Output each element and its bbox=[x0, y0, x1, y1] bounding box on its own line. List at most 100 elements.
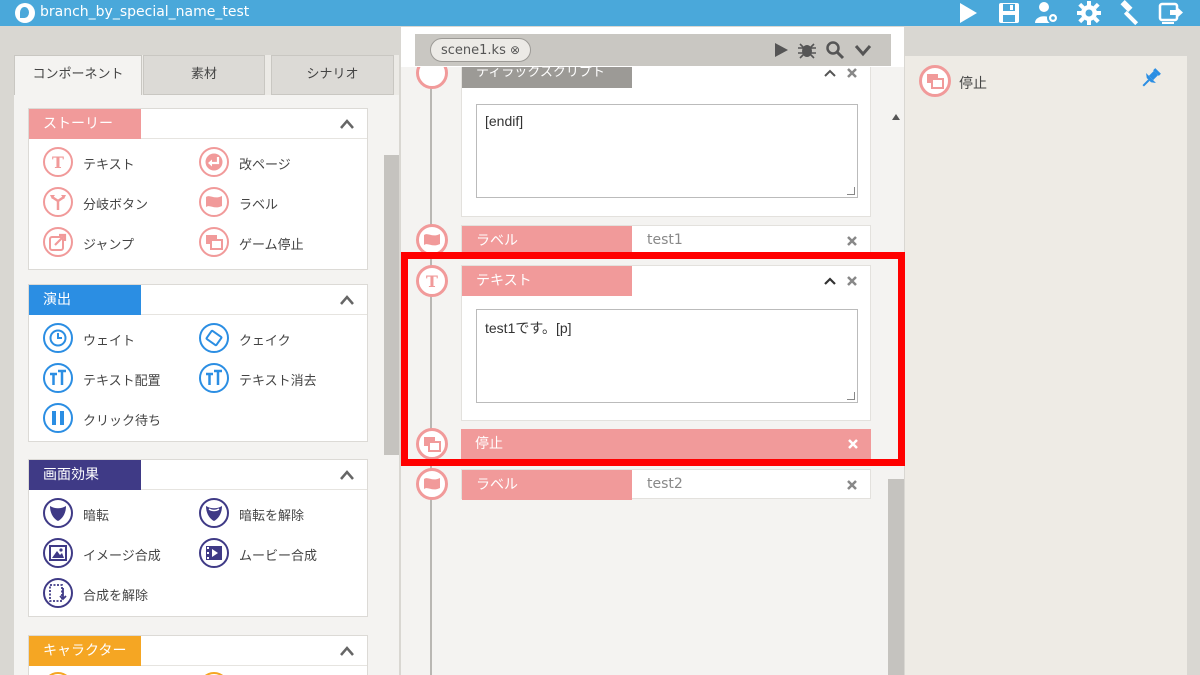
component-fade-out[interactable]: 暗転 bbox=[43, 498, 193, 528]
flag-icon bbox=[416, 224, 448, 256]
text-T-icon: T bbox=[416, 265, 448, 297]
component-text-position[interactable]: テキスト配置 bbox=[43, 363, 193, 393]
component-image-composite[interactable]: イメージ合成 bbox=[43, 538, 193, 568]
scenario-editor: scene1.ks ⊗ ティラックスクリプト [endif] ラベル test1 bbox=[401, 27, 904, 675]
text-block: テキスト test1です。[p] bbox=[461, 265, 871, 421]
text-position-icon bbox=[43, 363, 73, 393]
branch-icon bbox=[43, 187, 73, 217]
stop-windows-icon bbox=[199, 227, 229, 257]
component-text-erase[interactable]: テキスト消去 bbox=[199, 363, 349, 393]
section-title: 画面効果 bbox=[29, 460, 141, 490]
section-header[interactable]: 画面効果 bbox=[29, 460, 367, 490]
tab-components[interactable]: コンポーネント bbox=[14, 55, 142, 97]
section-title: キャラクター bbox=[29, 636, 141, 666]
chevron-up-icon[interactable] bbox=[824, 67, 836, 80]
svg-text:T: T bbox=[52, 153, 64, 171]
gear-icon[interactable] bbox=[1076, 0, 1102, 26]
block-title: ラベル bbox=[462, 226, 632, 256]
scene-tab[interactable]: scene1.ks ⊗ bbox=[430, 38, 532, 62]
scroll-up-icon[interactable] bbox=[888, 107, 904, 127]
svg-text:T: T bbox=[426, 272, 438, 290]
section-header[interactable]: キャラクター bbox=[29, 636, 367, 666]
block-title: ラベル bbox=[462, 470, 632, 500]
chevron-down-icon[interactable] bbox=[853, 40, 873, 60]
section-effects: 演出 ウェイト クェイク テキスト配置 テキスト消去 クリック待ち bbox=[28, 284, 368, 442]
debug-bug-icon[interactable] bbox=[797, 40, 817, 60]
script-block: ティラックスクリプト [endif] bbox=[461, 67, 871, 217]
app-logo-icon bbox=[15, 3, 35, 23]
shield-dark-icon bbox=[43, 498, 73, 528]
app-title: branch_by_special_name_test bbox=[40, 4, 250, 20]
label-block[interactable]: ラベル test1 bbox=[461, 225, 871, 256]
tab-scenario[interactable]: シナリオ bbox=[271, 55, 394, 95]
component-text[interactable]: T テキスト bbox=[43, 147, 193, 177]
flag-icon bbox=[416, 468, 448, 500]
component-game-stop[interactable]: ゲーム停止 bbox=[199, 227, 349, 257]
component-panel: コンポーネント 素材 シナリオ ストーリー T テキスト 改ページ 分岐ボタン … bbox=[14, 55, 399, 675]
stop-windows-icon bbox=[416, 428, 448, 460]
chevron-up-icon[interactable] bbox=[339, 293, 355, 307]
editor-toolbar: scene1.ks ⊗ bbox=[415, 34, 891, 66]
block-title: テキスト bbox=[462, 266, 632, 296]
section-header[interactable]: 演出 bbox=[29, 285, 367, 315]
play-icon[interactable] bbox=[955, 0, 981, 26]
section-character: キャラクター bbox=[28, 635, 368, 675]
block-title: 停止 bbox=[461, 429, 631, 459]
component-wait[interactable]: ウェイト bbox=[43, 323, 193, 353]
section-header[interactable]: ストーリー bbox=[29, 109, 367, 139]
component-branch-button[interactable]: 分岐ボタン bbox=[43, 187, 193, 217]
text-T-icon: T bbox=[43, 147, 73, 177]
stop-block[interactable]: 停止 bbox=[461, 429, 871, 459]
section-title: 演出 bbox=[29, 285, 141, 315]
pause-icon bbox=[43, 403, 73, 433]
tab-assets[interactable]: 素材 bbox=[143, 55, 265, 95]
delete-icon[interactable] bbox=[846, 234, 858, 248]
scrollbar[interactable] bbox=[384, 155, 399, 455]
delete-icon[interactable] bbox=[846, 67, 858, 80]
clock-icon bbox=[43, 323, 73, 353]
export-icon[interactable] bbox=[1158, 0, 1184, 26]
script-textarea[interactable]: [endif] bbox=[476, 104, 858, 198]
component-list[interactable]: ストーリー T テキスト 改ページ 分岐ボタン ラベル ジャンプ ゲーム停止 演… bbox=[14, 95, 399, 675]
pin-icon[interactable] bbox=[1139, 66, 1163, 90]
section-title: ストーリー bbox=[29, 109, 141, 139]
section-story: ストーリー T テキスト 改ページ 分岐ボタン ラベル ジャンプ ゲーム停止 bbox=[28, 108, 368, 270]
component-quake[interactable]: クェイク bbox=[199, 323, 349, 353]
label-name[interactable]: test1 bbox=[647, 232, 683, 248]
component-page-break[interactable]: 改ページ bbox=[199, 147, 349, 177]
label-name[interactable]: test2 bbox=[647, 476, 683, 492]
chevron-up-icon[interactable] bbox=[824, 274, 836, 288]
properties-panel: 停止 bbox=[905, 56, 1187, 675]
selected-component-label: 停止 bbox=[959, 76, 987, 92]
component-jump[interactable]: ジャンプ bbox=[43, 227, 193, 257]
component-fade-in[interactable]: 暗転を解除 bbox=[199, 498, 349, 528]
component-movie-composite[interactable]: ムービー合成 bbox=[199, 538, 349, 568]
search-icon[interactable] bbox=[825, 40, 845, 60]
component-clear-composite[interactable]: 合成を解除 bbox=[43, 578, 193, 608]
close-icon[interactable]: ⊗ bbox=[510, 43, 520, 57]
scrollbar[interactable] bbox=[888, 479, 904, 675]
save-icon[interactable] bbox=[996, 0, 1022, 26]
chevron-up-icon[interactable] bbox=[339, 644, 355, 658]
chevron-up-icon[interactable] bbox=[339, 117, 355, 131]
image-icon bbox=[43, 538, 73, 568]
hammer-icon[interactable] bbox=[1117, 0, 1143, 26]
delete-icon[interactable] bbox=[846, 274, 858, 288]
shield-light-icon bbox=[199, 498, 229, 528]
user-settings-icon[interactable] bbox=[1034, 0, 1060, 26]
stop-windows-icon bbox=[919, 65, 951, 97]
label-block[interactable]: ラベル test2 bbox=[461, 469, 871, 500]
return-arrow-icon bbox=[199, 147, 229, 177]
editor-body[interactable]: ティラックスクリプト [endif] ラベル test1 T テキスト test… bbox=[401, 67, 904, 675]
chevron-up-icon[interactable] bbox=[339, 468, 355, 482]
component-label[interactable]: ラベル bbox=[199, 187, 349, 217]
quake-icon bbox=[199, 323, 229, 353]
panel-tabs: コンポーネント 素材 シナリオ bbox=[14, 55, 399, 97]
delete-icon[interactable] bbox=[846, 478, 858, 492]
timeline-line bbox=[430, 67, 432, 675]
play-icon[interactable] bbox=[771, 40, 791, 60]
text-textarea[interactable]: test1です。[p] bbox=[476, 309, 858, 403]
component-click-wait[interactable]: クリック待ち bbox=[43, 403, 193, 433]
delete-icon[interactable] bbox=[847, 437, 859, 451]
flag-icon bbox=[199, 187, 229, 217]
